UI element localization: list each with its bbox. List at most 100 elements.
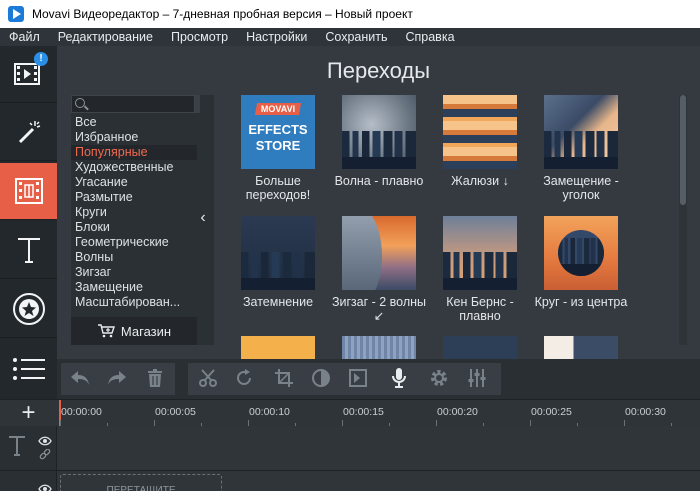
tile-caption: Жалюзи ↓ <box>451 174 509 188</box>
clip-properties-button[interactable] <box>425 364 453 394</box>
equalizer-button[interactable] <box>463 364 491 394</box>
search-input[interactable] <box>71 95 195 113</box>
replace-corner-thumbnail <box>544 95 618 169</box>
blinds-thumbnail <box>443 95 517 169</box>
transitions-panel: Переходы ✕ Все Избранное Популярные Худо… <box>57 46 700 359</box>
undo-button[interactable] <box>66 364 94 394</box>
shop-label: Магазин <box>120 323 172 339</box>
ruler-label: 00:00:20 <box>437 406 478 418</box>
shop-button[interactable]: Магазин <box>71 317 197 345</box>
title-track-controls <box>0 426 57 491</box>
menu-settings[interactable]: Настройки <box>237 30 316 44</box>
transition-wizard-button[interactable] <box>344 364 372 394</box>
tile-effects-store[interactable]: MOVAVI EFFECTS STORE Больше переходов! <box>228 95 328 202</box>
crop-button[interactable] <box>270 364 298 394</box>
partial-thumbnail[interactable] <box>544 336 618 359</box>
store-line1: EFFECTS <box>248 122 308 137</box>
tool-stickers[interactable] <box>0 281 57 338</box>
tile-wave-smooth[interactable]: Волна - плавно <box>329 95 429 188</box>
ruler-label: 00:00:10 <box>249 406 290 418</box>
category-fade[interactable]: Угасание <box>71 175 197 190</box>
category-artistic[interactable]: Художественные <box>71 160 197 175</box>
menu-bar: Файл Редактирование Просмотр Настройки С… <box>0 28 700 46</box>
edit-toolbar <box>57 359 700 399</box>
tile-caption: Затемнение <box>242 295 314 309</box>
eye-icon[interactable] <box>38 482 52 491</box>
rotate-button[interactable] <box>230 364 258 394</box>
redo-button[interactable] <box>103 364 131 394</box>
circle-thumbnail <box>544 216 618 290</box>
tool-titles[interactable] <box>0 222 57 279</box>
partial-thumbnail[interactable] <box>443 336 517 359</box>
category-waves[interactable]: Волны <box>71 250 197 265</box>
tile-replace-corner[interactable]: Замещение - уголок <box>531 95 631 202</box>
tile-caption: Кен Бернс - плавно <box>446 295 514 323</box>
wave-thumbnail <box>342 95 416 169</box>
menu-help[interactable]: Справка <box>396 30 463 44</box>
category-all[interactable]: Все <box>71 115 197 130</box>
collapse-panel-arrow[interactable]: ‹ <box>196 209 210 231</box>
ken-burns-thumbnail <box>443 216 517 290</box>
ruler-label: 00:00:05 <box>155 406 196 418</box>
category-popular[interactable]: Популярные <box>71 145 197 160</box>
color-adjust-button[interactable] <box>307 364 335 394</box>
tile-zigzag-2-waves[interactable]: Зигзаг - 2 волны ↙ <box>329 216 429 323</box>
transition-square-icon <box>348 368 368 391</box>
star-sticker-icon <box>12 292 46 326</box>
crop-icon <box>274 368 294 391</box>
category-favorites[interactable]: Избранное <box>71 130 197 145</box>
zigzag-thumbnail <box>342 216 416 290</box>
panel-title: Переходы <box>326 58 431 83</box>
tile-blinds[interactable]: Жалюзи ↓ <box>430 95 530 188</box>
category-replace[interactable]: Замещение <box>71 280 197 295</box>
tile-circle-from-center[interactable]: Круг - из центра <box>531 216 631 309</box>
category-zoom[interactable]: Масштабирован... <box>71 295 197 310</box>
gallery-scrollbar[interactable] <box>679 95 687 345</box>
eye-icon[interactable] <box>38 434 52 449</box>
partial-thumbnail[interactable] <box>241 336 315 359</box>
store-brand: MOVAVI <box>260 104 296 114</box>
scissors-icon <box>198 368 218 391</box>
tile-fade[interactable]: Затемнение <box>228 216 328 309</box>
undo-icon <box>69 369 91 390</box>
trash-icon <box>147 368 163 390</box>
category-list: ✕ Все Избранное Популярные Художественны… <box>71 95 214 345</box>
record-audio-button[interactable] <box>385 364 413 394</box>
menu-file[interactable]: Файл <box>0 30 49 44</box>
tool-filters[interactable] <box>0 104 57 161</box>
tool-more[interactable] <box>0 340 57 397</box>
menu-save[interactable]: Сохранить <box>316 30 396 44</box>
transitions-icon <box>14 177 44 205</box>
link-icon[interactable] <box>39 448 51 464</box>
category-blocks[interactable]: Блоки <box>71 220 197 235</box>
menu-view[interactable]: Просмотр <box>162 30 237 44</box>
delete-button[interactable] <box>141 364 169 394</box>
window-title: Movavi Видеоредактор – 7-дневная пробная… <box>32 7 413 21</box>
tile-ken-burns[interactable]: Кен Бернс - плавно <box>430 216 530 323</box>
category-geometric[interactable]: Геометрические <box>71 235 197 250</box>
category-blur[interactable]: Размытие <box>71 190 197 205</box>
tile-caption: Круг - из центра <box>534 295 628 309</box>
add-track-button[interactable]: + <box>0 400 57 427</box>
rotate-icon <box>234 368 254 391</box>
magic-wand-icon <box>15 118 43 146</box>
menu-edit[interactable]: Редактирование <box>49 30 162 44</box>
category-circles[interactable]: Круги <box>71 205 197 220</box>
cut-button[interactable] <box>194 364 222 394</box>
category-items: Все Избранное Популярные Художественные … <box>71 115 197 310</box>
list-icon <box>12 356 46 382</box>
tool-transitions[interactable] <box>0 163 57 220</box>
timeline-tracks: ПЕРЕТАЩИТЕ <box>0 426 700 491</box>
microphone-icon <box>391 367 407 392</box>
timeline-header: + 00:00:00 00:00:05 00:00:10 00:00:15 00… <box>0 399 700 427</box>
text-t-icon <box>15 235 43 265</box>
partial-thumbnail[interactable] <box>342 336 416 359</box>
timeline-ruler[interactable]: 00:00:00 00:00:05 00:00:10 00:00:15 00:0… <box>57 400 700 427</box>
gallery-scroll-thumb[interactable] <box>680 95 686 205</box>
track-divider <box>0 470 700 471</box>
drop-zone[interactable]: ПЕРЕТАЩИТЕ <box>60 474 222 491</box>
tile-caption: Зигзаг - 2 волны ↙ <box>331 295 427 323</box>
tool-import-media[interactable]: ! <box>0 46 57 103</box>
equalizer-icon <box>467 368 487 391</box>
category-zigzag[interactable]: Зигзаг <box>71 265 197 280</box>
